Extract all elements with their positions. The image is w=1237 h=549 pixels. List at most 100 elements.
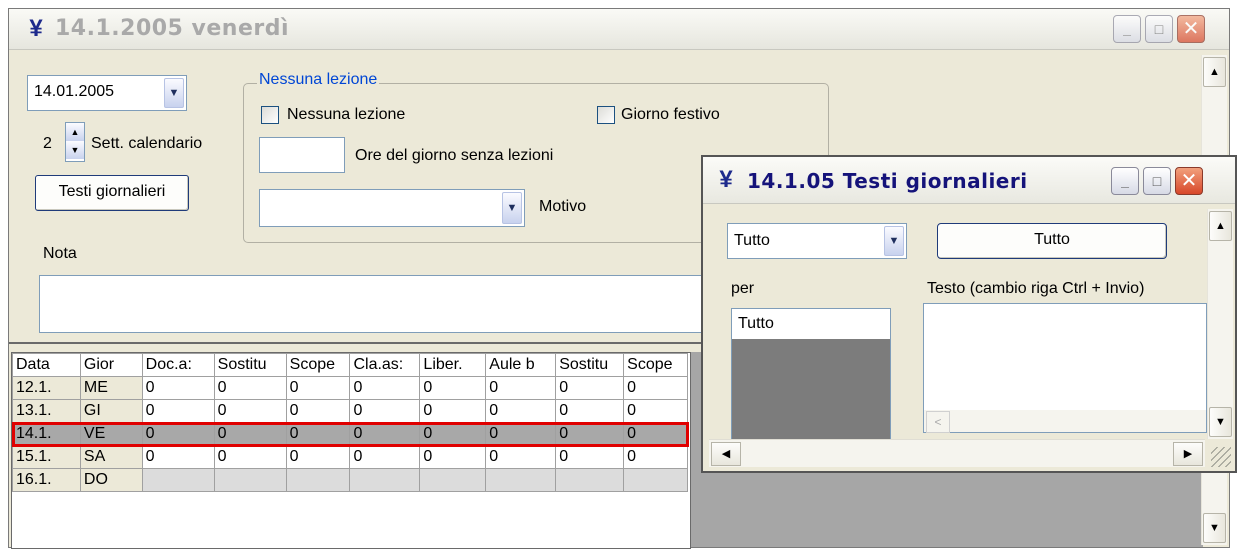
table-row[interactable]: 16.1. DO <box>12 468 688 492</box>
table-cell[interactable]: 0 <box>285 422 351 446</box>
filter-button[interactable]: Tutto <box>937 223 1167 259</box>
chevron-down-icon[interactable]: ▼ <box>164 78 184 108</box>
list-item[interactable]: Tutto <box>732 309 890 339</box>
table-cell[interactable]: 0 <box>419 422 487 446</box>
table-cell[interactable]: 0 <box>141 422 215 446</box>
table-cell[interactable] <box>485 468 557 492</box>
spin-down-icon[interactable]: ▼ <box>66 141 84 159</box>
column-header[interactable]: Cla.as: <box>349 353 421 377</box>
column-header[interactable]: Scope <box>285 353 351 377</box>
table-cell[interactable]: 0 <box>213 399 287 423</box>
table-cell[interactable] <box>141 468 215 492</box>
main-titlebar[interactable]: ¥ 14.1.2005 venerdì _ □ ✕ <box>9 9 1229 50</box>
resize-grip-icon[interactable] <box>1211 447 1231 467</box>
scroll-down-icon[interactable]: ▼ <box>1209 407 1232 437</box>
table-cell[interactable]: 0 <box>213 445 287 469</box>
table-cell[interactable]: 0 <box>623 422 688 446</box>
row-date[interactable]: 15.1. <box>12 445 81 469</box>
table-cell[interactable]: 0 <box>485 376 557 400</box>
table-cell[interactable]: 0 <box>419 399 487 423</box>
row-day[interactable]: DO <box>79 468 143 492</box>
table-cell[interactable] <box>555 468 625 492</box>
column-header[interactable]: Scope <box>623 353 688 377</box>
table-cell[interactable]: 0 <box>623 445 688 469</box>
table-cell[interactable]: 0 <box>419 376 487 400</box>
row-date[interactable]: 12.1. <box>12 376 81 400</box>
column-header[interactable]: Aule b <box>485 353 557 377</box>
daily-texts-button[interactable]: Testi giornalieri <box>35 175 189 211</box>
table-row[interactable]: 13.1. GI 0 0 0 0 0 0 0 0 <box>12 399 688 423</box>
table-cell[interactable] <box>213 468 287 492</box>
table-cell[interactable] <box>419 468 487 492</box>
popup-vertical-scrollbar[interactable]: ▲ ▼ <box>1207 209 1233 439</box>
table-cell[interactable]: 0 <box>485 399 557 423</box>
table-cell[interactable]: 0 <box>555 422 625 446</box>
maximize-button[interactable]: □ <box>1143 167 1171 195</box>
minimize-button[interactable]: _ <box>1113 15 1141 43</box>
chevron-down-icon[interactable]: ▼ <box>884 226 904 256</box>
no-lesson-checkbox[interactable] <box>261 106 279 124</box>
column-header[interactable]: Sostitu <box>555 353 625 377</box>
scroll-right-icon[interactable]: ▶ <box>1173 442 1203 466</box>
table-cell[interactable]: 0 <box>285 399 351 423</box>
table-cell[interactable]: 0 <box>623 376 688 400</box>
table-cell[interactable]: 0 <box>349 376 421 400</box>
table-cell[interactable]: 0 <box>141 445 215 469</box>
scroll-up-icon[interactable]: ▲ <box>1203 57 1226 87</box>
table-cell[interactable]: 0 <box>555 445 625 469</box>
row-day[interactable]: SA <box>79 445 143 469</box>
text-area[interactable]: < <box>923 303 1207 433</box>
maximize-button[interactable]: □ <box>1145 15 1173 43</box>
table-cell[interactable] <box>349 468 421 492</box>
column-header[interactable]: Sostitu <box>213 353 287 377</box>
table-cell[interactable] <box>623 468 688 492</box>
scroll-down-icon[interactable]: ▼ <box>1203 513 1226 543</box>
hours-input[interactable] <box>259 137 345 173</box>
table-row[interactable]: 15.1. SA 0 0 0 0 0 0 0 0 <box>12 445 688 469</box>
holiday-checkbox[interactable] <box>597 106 615 124</box>
table-cell[interactable]: 0 <box>213 376 287 400</box>
table-cell[interactable]: 0 <box>555 399 625 423</box>
row-day[interactable]: GI <box>79 399 143 423</box>
scroll-up-icon[interactable]: ▲ <box>1209 211 1232 241</box>
table-cell[interactable]: 0 <box>285 376 351 400</box>
popup-horizontal-scrollbar[interactable]: ◀ ▶ <box>709 439 1205 467</box>
table-cell[interactable]: 0 <box>485 445 557 469</box>
filter-combo[interactable]: Tutto ▼ <box>727 223 907 259</box>
date-combo[interactable]: 14.01.2005 ▼ <box>27 75 187 111</box>
table-cell[interactable]: 0 <box>349 422 421 446</box>
table-row[interactable]: 12.1. ME 0 0 0 0 0 0 0 0 <box>12 376 688 400</box>
table-cell[interactable]: 0 <box>349 399 421 423</box>
text-horizontal-scrollbar[interactable]: < <box>924 410 1206 433</box>
close-button[interactable]: ✕ <box>1177 15 1205 43</box>
reason-combo[interactable]: ▼ <box>259 189 525 227</box>
table-cell[interactable]: 0 <box>349 445 421 469</box>
column-header[interactable]: Doc.a: <box>141 353 215 377</box>
note-textarea[interactable] <box>39 275 719 333</box>
table-cell[interactable]: 0 <box>555 376 625 400</box>
spin-up-icon[interactable]: ▲ <box>66 123 84 141</box>
table-cell[interactable]: 0 <box>141 399 215 423</box>
for-listbox[interactable]: Tutto <box>731 308 891 452</box>
close-button[interactable]: ✕ <box>1175 167 1203 195</box>
row-date[interactable]: 13.1. <box>12 399 81 423</box>
row-day[interactable]: ME <box>79 376 143 400</box>
column-header[interactable]: Data <box>12 353 81 377</box>
scroll-left-icon[interactable]: < <box>926 411 950 433</box>
table-cell[interactable]: 0 <box>213 422 287 446</box>
table-cell[interactable]: 0 <box>485 422 557 446</box>
table-cell[interactable]: 0 <box>623 399 688 423</box>
table-cell[interactable]: 0 <box>419 445 487 469</box>
table-row-selected[interactable]: 14.1. VE 0 0 0 0 0 0 0 0 <box>12 421 689 447</box>
table-cell[interactable]: 0 <box>285 445 351 469</box>
column-header[interactable]: Gior <box>79 353 143 377</box>
table-cell[interactable] <box>285 468 351 492</box>
row-day[interactable]: VE <box>79 422 143 446</box>
row-date[interactable]: 14.1. <box>12 422 81 446</box>
popup-titlebar[interactable]: ¥ 14.1.05 Testi giornalieri _ □ ✕ <box>703 157 1235 204</box>
chevron-down-icon[interactable]: ▼ <box>502 192 522 224</box>
minimize-button[interactable]: _ <box>1111 167 1139 195</box>
column-header[interactable]: Liber. <box>419 353 487 377</box>
week-spinner[interactable]: ▲ ▼ <box>65 122 85 162</box>
row-date[interactable]: 16.1. <box>12 468 81 492</box>
